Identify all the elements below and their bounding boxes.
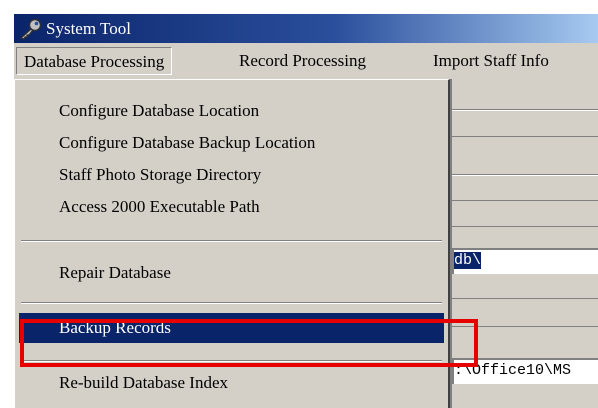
menuitem-configure-database-location[interactable]: Configure Database Location xyxy=(19,96,444,126)
window-title: System Tool xyxy=(46,18,131,38)
menu-database-processing[interactable]: Database Processing xyxy=(16,47,173,75)
database-path-value: db\ xyxy=(454,252,482,269)
divider xyxy=(452,298,598,299)
menuitem-access-2000-executable-path[interactable]: Access 2000 Executable Path xyxy=(19,192,444,222)
key-icon xyxy=(18,18,44,40)
divider xyxy=(452,226,598,227)
highlight-callout xyxy=(20,319,478,367)
divider xyxy=(452,200,598,201)
divider xyxy=(452,175,598,176)
menu-record-processing[interactable]: Record Processing xyxy=(232,47,373,75)
menu-separator xyxy=(21,302,442,304)
menu-bar: Database Processing Record Processing Im… xyxy=(14,43,598,79)
menuitem-configure-database-backup-location[interactable]: Configure Database Backup Location xyxy=(19,128,444,158)
menuitem-rebuild-database-index[interactable]: Re-build Database Index xyxy=(19,368,444,398)
menu-separator xyxy=(21,240,442,242)
system-tool-window: System Tool Database Processing Record P… xyxy=(14,14,598,408)
database-path-field[interactable]: db\ xyxy=(452,248,598,274)
divider xyxy=(452,110,598,111)
divider xyxy=(452,136,598,137)
title-bar: System Tool xyxy=(14,14,598,43)
menu-import-staff-info[interactable]: Import Staff Info xyxy=(426,47,556,75)
menuitem-repair-database[interactable]: Repair Database xyxy=(19,258,444,288)
menuitem-staff-photo-storage-directory[interactable]: Staff Photo Storage Directory xyxy=(19,160,444,190)
